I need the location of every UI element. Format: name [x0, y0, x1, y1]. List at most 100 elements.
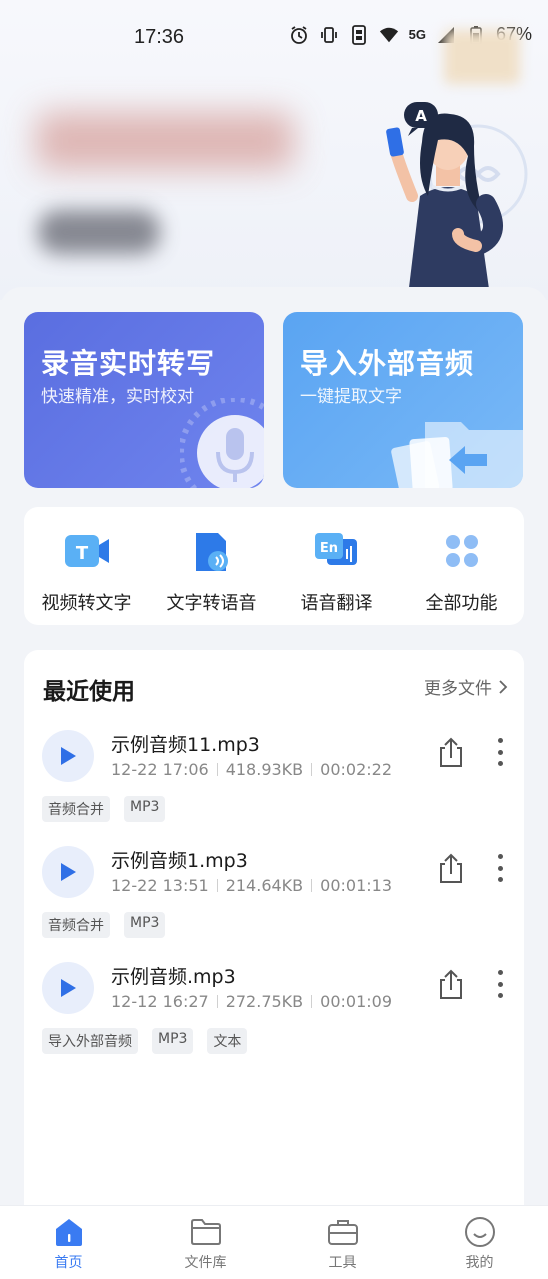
- more-options-icon[interactable]: [490, 734, 510, 770]
- text-to-speech-icon: [188, 527, 236, 575]
- tab-home-label: 首页: [54, 1255, 83, 1271]
- more-options-icon[interactable]: [490, 966, 510, 1002]
- tab-tools[interactable]: 工具: [274, 1206, 411, 1279]
- svg-text:En: En: [319, 541, 337, 556]
- meta-divider: [216, 879, 218, 892]
- file-date: 12-22 13:51: [111, 876, 209, 895]
- all-features-label: 全部功能: [425, 593, 498, 614]
- share-icon[interactable]: [436, 852, 466, 884]
- home-icon: [53, 1216, 85, 1248]
- file-meta: 12-22 17:06 418.93KB 00:02:22: [111, 760, 392, 779]
- file-tag: 音频合并: [42, 912, 110, 938]
- blurred-banner-text: [36, 112, 294, 170]
- file-meta: 12-12 16:27 272.75KB 00:01:09: [111, 992, 392, 1011]
- share-icon[interactable]: [436, 968, 466, 1000]
- record-realtime-card[interactable]: 录音实时转写 快速精准，实时校对: [24, 312, 264, 488]
- file-tags: 音频合并 MP3: [42, 796, 166, 822]
- play-icon: [61, 747, 76, 765]
- file-tags: 音频合并 MP3: [42, 912, 166, 938]
- toolbox-icon: [327, 1216, 359, 1248]
- play-icon: [61, 979, 76, 997]
- svg-text:T: T: [75, 543, 88, 564]
- voice-translate-icon: En: [313, 527, 361, 575]
- file-date: 12-12 16:27: [111, 992, 209, 1011]
- file-name: 示例音频11.mp3: [111, 734, 260, 756]
- microphone-icon: [180, 398, 264, 488]
- folder-import-icon: [391, 422, 523, 488]
- file-item[interactable]: 示例音频1.mp3 12-22 13:51 214.64KB 00:01:13 …: [24, 846, 524, 956]
- hero-banner: 17:36 5G 67%: [0, 0, 548, 300]
- video-to-text-button[interactable]: T 视频转文字: [24, 507, 149, 625]
- network-label: 5G: [408, 27, 426, 42]
- more-files-label: 更多文件: [424, 679, 492, 699]
- file-item[interactable]: 示例音频11.mp3 12-22 17:06 418.93KB 00:02:22…: [24, 730, 524, 840]
- status-time: 17:36: [134, 26, 185, 48]
- meta-divider: [311, 995, 313, 1008]
- tab-file-library[interactable]: 文件库: [137, 1206, 274, 1279]
- file-tag: MP3: [124, 912, 166, 938]
- file-size: 214.64KB: [225, 876, 304, 895]
- folder-icon: [190, 1216, 222, 1248]
- voice-translate-label: 语音翻译: [300, 593, 373, 614]
- play-button[interactable]: [42, 730, 94, 782]
- play-button[interactable]: [42, 846, 94, 898]
- share-icon[interactable]: [436, 736, 466, 768]
- file-tags: 导入外部音频 MP3 文本: [42, 1028, 248, 1054]
- svg-text:A: A: [415, 107, 427, 125]
- wifi-icon: [379, 25, 399, 45]
- meta-divider: [216, 763, 218, 776]
- text-to-speech-label: 文字转语音: [166, 593, 257, 614]
- all-features-button[interactable]: 全部功能: [399, 507, 524, 625]
- file-item[interactable]: 示例音频.mp3 12-12 16:27 272.75KB 00:01:09 导…: [24, 962, 524, 1072]
- import-audio-card[interactable]: 导入外部音频 一键提取文字: [283, 312, 523, 488]
- tab-profile[interactable]: 我的: [411, 1206, 548, 1279]
- alarm-icon: [289, 25, 309, 45]
- tab-home[interactable]: 首页: [0, 1206, 137, 1279]
- quick-tools: T 视频转文字 文字转语音 En 语音翻译 全部功能: [24, 507, 524, 625]
- file-duration: 00:01:09: [320, 992, 392, 1011]
- video-to-text-icon: T: [63, 527, 111, 575]
- file-name: 示例音频1.mp3: [111, 850, 248, 872]
- meta-divider: [311, 879, 313, 892]
- vibrate-icon: [319, 25, 339, 45]
- more-options-icon[interactable]: [490, 850, 510, 886]
- chevron-right-icon: [499, 679, 508, 694]
- play-icon: [61, 863, 76, 881]
- file-duration: 00:01:13: [320, 876, 392, 895]
- blurred-banner-button: [38, 210, 160, 254]
- recent-title: 最近使用: [43, 679, 135, 705]
- tab-profile-label: 我的: [465, 1255, 494, 1271]
- video-to-text-label: 视频转文字: [41, 593, 132, 614]
- file-meta: 12-22 13:51 214.64KB 00:01:13: [111, 876, 392, 895]
- file-size: 418.93KB: [225, 760, 304, 779]
- smiley-icon: [464, 1216, 496, 1248]
- play-button[interactable]: [42, 962, 94, 1014]
- tab-file-library-label: 文件库: [184, 1255, 227, 1271]
- meta-divider: [216, 995, 218, 1008]
- bottom-tab-bar: 首页 文件库 工具 我的: [0, 1205, 548, 1279]
- voice-translate-button[interactable]: En 语音翻译: [274, 507, 399, 625]
- file-tag: 音频合并: [42, 796, 110, 822]
- file-tag: 导入外部音频: [42, 1028, 138, 1054]
- file-duration: 00:02:22: [320, 760, 392, 779]
- all-features-icon: [438, 527, 486, 575]
- file-name: 示例音频.mp3: [111, 966, 236, 988]
- file-tag: 文本: [207, 1028, 248, 1054]
- tab-tools-label: 工具: [328, 1255, 357, 1271]
- text-to-speech-button[interactable]: 文字转语音: [149, 507, 274, 625]
- status-bar: 17:36 5G 67%: [0, 0, 548, 84]
- recent-files-panel: 最近使用 更多文件 示例音频11.mp3 12-22 17:06 418.93K…: [24, 650, 524, 1210]
- meta-divider: [311, 763, 313, 776]
- blurred-region: [444, 30, 520, 84]
- sim-icon: [349, 24, 369, 45]
- record-card-title: 录音实时转写: [41, 347, 216, 380]
- more-files-link[interactable]: 更多文件: [424, 674, 508, 699]
- file-tag: MP3: [152, 1028, 194, 1054]
- import-card-title: 导入外部音频: [300, 347, 475, 380]
- import-card-subtitle: 一键提取文字: [300, 387, 402, 407]
- woman-with-phone-illustration: A: [386, 102, 528, 296]
- file-tag: MP3: [124, 796, 166, 822]
- record-card-subtitle: 快速精准，实时校对: [41, 387, 194, 407]
- file-size: 272.75KB: [225, 992, 304, 1011]
- file-date: 12-22 17:06: [111, 760, 209, 779]
